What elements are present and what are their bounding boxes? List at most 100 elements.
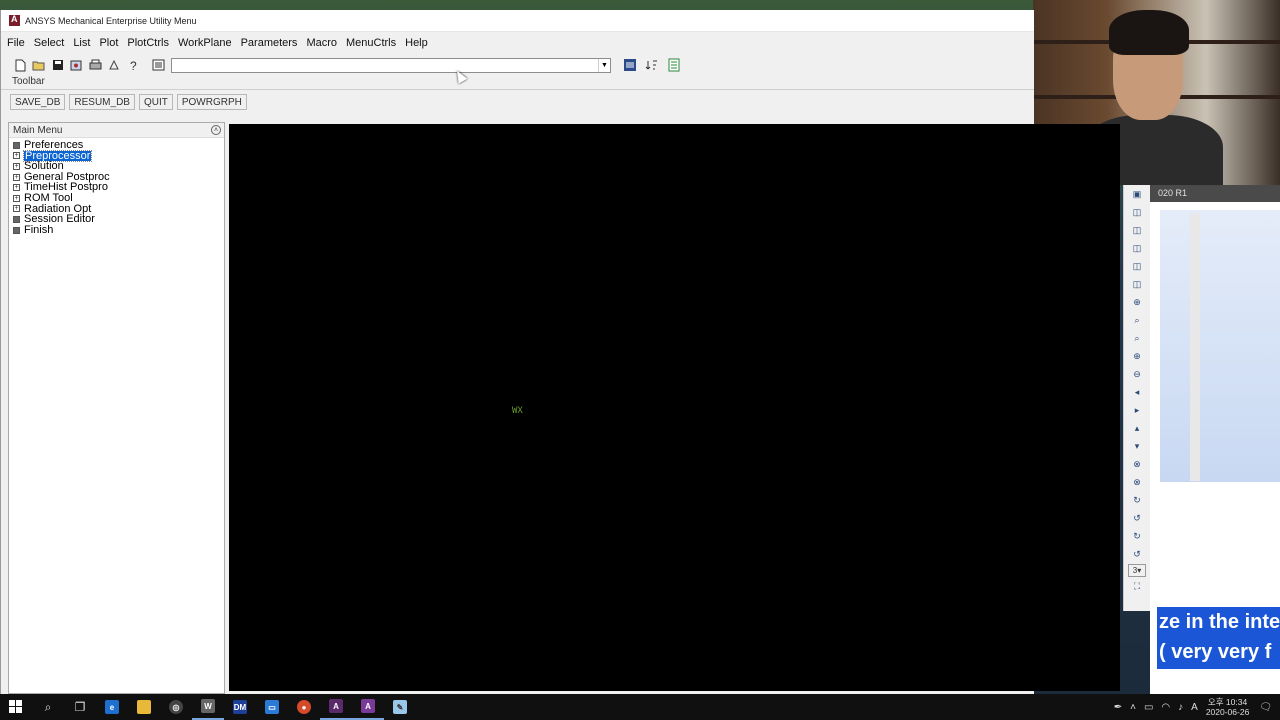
pan-up-icon[interactable]: ▴ (1129, 420, 1146, 437)
expand-plus-icon[interactable]: + (13, 152, 20, 160)
pan-zoom-rotate-icon[interactable] (68, 57, 85, 74)
rotate-z-neg-icon[interactable]: ↺ (1129, 546, 1146, 563)
window-title: ANSYS Mechanical Enterprise Utility Menu (25, 15, 197, 26)
command-prompt-icon[interactable] (150, 57, 167, 74)
volume-icon[interactable]: ♪ (1178, 702, 1183, 713)
abbreviations-icon[interactable] (665, 56, 683, 74)
menu-help[interactable]: Help (405, 37, 428, 49)
pen-icon[interactable]: ✒ (1114, 702, 1122, 713)
background-window-title: 020 R1 (1150, 185, 1280, 202)
sort-icon[interactable] (643, 56, 661, 74)
zoom-out-icon[interactable]: ⊖ (1129, 366, 1146, 383)
save-icon[interactable] (49, 57, 66, 74)
clock[interactable]: 오후 10:34 2020-06-26 (1206, 697, 1249, 717)
notification-icon[interactable]: 🗨 (1259, 702, 1272, 713)
tree-item-label: ROM Tool (24, 191, 73, 204)
search-icon[interactable]: ⌕ (32, 694, 64, 720)
menu-list[interactable]: List (73, 37, 90, 49)
rotate-y-neg-icon[interactable]: ↺ (1129, 510, 1146, 527)
battery-icon[interactable]: ▭ (1144, 702, 1153, 713)
background-scrollbar[interactable] (1190, 213, 1200, 481)
box-zoom-icon[interactable]: ⌕ (1129, 330, 1146, 347)
tree-item-preferences[interactable]: Preferences (9, 140, 224, 151)
menu-plot[interactable]: Plot (99, 37, 118, 49)
menu-menuctrls[interactable]: MenuCtrls (346, 37, 396, 49)
edge-browser-icon[interactable]: e (96, 694, 128, 720)
ansys-app-icon[interactable]: A (320, 694, 352, 720)
ime-indicator[interactable]: A (1191, 702, 1198, 713)
rotate-z-icon[interactable]: ↻ (1129, 528, 1146, 545)
expand-plus-icon[interactable]: + (13, 173, 20, 181)
chrome-icon[interactable]: ● (288, 694, 320, 720)
chevron-down-icon[interactable]: ▼ (598, 58, 610, 72)
tree-item-label: Finish (24, 223, 54, 236)
quit-button[interactable]: QUIT (138, 94, 173, 110)
chevron-up-icon[interactable]: ˄ (1130, 702, 1136, 713)
main-menu-title: Main Menu (13, 124, 63, 136)
rotate-x-neg-icon[interactable]: ⊗ (1129, 474, 1146, 491)
designmodeler-icon[interactable]: DM (224, 694, 256, 720)
tree-item-label: Preferences (24, 139, 84, 151)
menu-plotctrls[interactable]: PlotCtrls (127, 37, 169, 49)
save-db-button[interactable]: SAVE_DB (10, 94, 66, 110)
remote-desktop-icon[interactable]: ▭ (256, 694, 288, 720)
notes-app-icon[interactable]: ✎ (384, 694, 416, 720)
expand-plus-icon[interactable]: + (13, 184, 20, 192)
expand-plus-icon[interactable]: + (13, 205, 20, 213)
main-menu-tree: Preferences + Preprocessor + Solution + … (9, 138, 224, 235)
print-icon[interactable] (87, 57, 104, 74)
word-app-icon[interactable]: W (192, 694, 224, 720)
toolbar-label: Toolbar (1, 76, 1034, 90)
system-tray: ✒ ˄ ▭ ◠ ♪ A 오후 10:34 2020-06-26 🗨 (1114, 694, 1280, 720)
caption-line-1: ze in the inte (1159, 611, 1280, 633)
resume-db-button[interactable]: RESUM_DB (69, 94, 135, 110)
toggle-toolbar-icon[interactable] (621, 56, 639, 74)
report-generator-icon[interactable] (106, 57, 123, 74)
windows-start-icon[interactable] (0, 694, 32, 720)
workbench-icon[interactable]: ◎ (160, 694, 192, 720)
new-file-icon[interactable] (11, 57, 28, 74)
clock-date: 2020-06-26 (1205, 707, 1250, 717)
ansys-window: ANSYS Mechanical Enterprise Utility Menu… (0, 10, 1120, 694)
front-view-icon[interactable]: ◫ (1129, 204, 1146, 221)
leaf-icon (13, 141, 20, 149)
dynamic-mode-icon[interactable]: ⛶ (1129, 578, 1146, 595)
graphics-window[interactable]: WX (229, 124, 1120, 691)
rate-dropdown[interactable]: 3 ▾ (1128, 564, 1146, 577)
taskbar: ⌕ ❐ e ◎ W DM ▭ ● A A ✎ ✒ ˄ ▭ ◠ ♪ A 오후 10… (0, 694, 1280, 720)
expand-plus-icon[interactable]: + (13, 194, 20, 202)
help-icon[interactable]: ? (125, 57, 142, 74)
pan-left-icon[interactable]: ◂ (1129, 384, 1146, 401)
pan-down-icon[interactable]: ▾ (1129, 438, 1146, 455)
network-icon[interactable]: ◠ (1161, 702, 1170, 713)
ansys-app-icon (9, 14, 20, 26)
expand-plus-icon[interactable]: + (13, 162, 20, 170)
open-folder-icon[interactable] (30, 57, 47, 74)
task-view-icon[interactable]: ❐ (64, 694, 96, 720)
command-input[interactable]: ▼ (171, 57, 611, 73)
ansys-mapdl-icon[interactable]: A (352, 694, 384, 720)
svg-text:?: ? (130, 59, 137, 72)
bottom-view-icon[interactable]: ◫ (1129, 258, 1146, 275)
back-view-icon[interactable]: ◫ (1129, 222, 1146, 239)
menu-macro[interactable]: Macro (306, 37, 337, 49)
fit-view-icon[interactable]: ⊕ (1129, 294, 1146, 311)
left-view-icon[interactable]: ◫ (1129, 276, 1146, 293)
rotate-x-icon[interactable]: ⊗ (1129, 456, 1146, 473)
menu-workplane[interactable]: WorkPlane (178, 37, 232, 49)
top-view-icon[interactable]: ◫ (1129, 240, 1146, 257)
menu-select[interactable]: Select (34, 37, 65, 49)
zoom-icon[interactable]: ⌕ (1129, 312, 1146, 329)
menu-parameters[interactable]: Parameters (241, 37, 298, 49)
powrgrph-button[interactable]: POWRGRPH (176, 94, 247, 110)
ansys-toolbar: SAVE_DB RESUM_DB QUIT POWRGRPH (1, 90, 1034, 114)
iso-view-icon[interactable]: ▣ (1129, 186, 1146, 203)
file-explorer-icon[interactable] (128, 694, 160, 720)
zoom-in-icon[interactable]: ⊕ (1129, 348, 1146, 365)
collapse-icon[interactable]: ˄ (211, 125, 221, 135)
tree-item-finish[interactable]: Finish (9, 223, 224, 236)
rotate-y-icon[interactable]: ↻ (1129, 492, 1146, 509)
pan-right-icon[interactable]: ▸ (1129, 402, 1146, 419)
menu-file[interactable]: File (7, 37, 25, 49)
tree-item-rom-tool[interactable]: + ROM Tool (9, 193, 224, 204)
